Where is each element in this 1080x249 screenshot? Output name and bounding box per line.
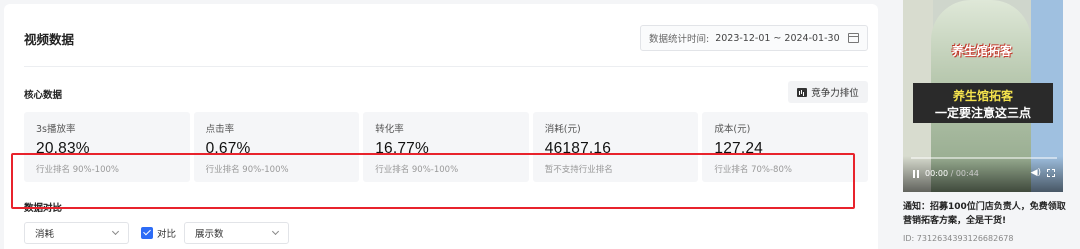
metric-label: 点击率 xyxy=(205,124,235,135)
volume-icon[interactable]: ◀) xyxy=(1031,168,1041,178)
video-sign-text: 养生馆拓客 xyxy=(951,43,1012,58)
chevron-down-icon xyxy=(271,227,280,236)
metric-label: 消耗(元) xyxy=(544,124,581,135)
chevron-down-icon xyxy=(111,227,120,236)
date-range-value: 2023-12-01 ~ 2024-01-30 xyxy=(715,32,840,44)
page: 视频数据 数据统计时间: 2023-12-01 ~ 2024-01-30 核心数… xyxy=(0,0,1080,249)
caption-line-2: 一定要注意这三点 xyxy=(934,106,1031,120)
video-caption-banner: 养生馆拓客 一定要注意这三点 xyxy=(913,83,1053,123)
checkbox-checked-icon[interactable] xyxy=(141,227,153,239)
caption-line-1: 养生馆拓客 xyxy=(952,89,1013,103)
date-label: 数据统计时间: xyxy=(649,34,710,45)
date-range-picker[interactable]: 数据统计时间: 2023-12-01 ~ 2024-01-30 xyxy=(640,25,868,51)
calendar-icon[interactable] xyxy=(848,33,859,43)
bar-chart-icon xyxy=(797,87,808,97)
core-data-title: 核心数据 xyxy=(24,90,63,101)
section-title: 视频数据 xyxy=(24,32,75,47)
metric-label: 成本(元) xyxy=(714,124,751,135)
video-time: 00:00 / 00:44 xyxy=(913,169,979,178)
rank-button-label: 竞争力排位 xyxy=(811,88,859,99)
video-id: ID: 7312634393126682678 xyxy=(903,234,1014,243)
video-progress-bar[interactable] xyxy=(911,157,1057,159)
pause-icon[interactable] xyxy=(913,169,919,178)
competitive-rank-button[interactable]: 竞争力排位 xyxy=(788,81,868,103)
metric-label: 转化率 xyxy=(375,124,404,135)
metric-label: 3s播放率 xyxy=(36,124,76,135)
metric-select-value: 消耗 xyxy=(35,229,55,240)
video-data-card: 视频数据 数据统计时间: 2023-12-01 ~ 2024-01-30 核心数… xyxy=(4,4,878,249)
fullscreen-icon[interactable] xyxy=(1047,169,1055,177)
video-player[interactable]: 养生馆拓客 养生馆拓客 一定要注意这三点 00:00 / 00:44 ◀) xyxy=(903,0,1063,192)
divider xyxy=(24,66,868,67)
compare-label: 对比 xyxy=(157,229,177,240)
time-current: 00:00 xyxy=(925,169,949,178)
time-total: 00:44 xyxy=(955,169,979,178)
compare-select-value: 展示数 xyxy=(195,229,224,240)
highlight-annotation-box xyxy=(11,153,855,209)
compare-metric-select[interactable]: 展示数 xyxy=(184,222,289,244)
compare-toggle[interactable]: 对比 xyxy=(141,226,176,240)
notice-text: 通知：招募100位门店负责人，免费领取营销拓客方案，全是干货! xyxy=(903,202,1066,226)
metric-select[interactable]: 消耗 xyxy=(24,222,129,244)
